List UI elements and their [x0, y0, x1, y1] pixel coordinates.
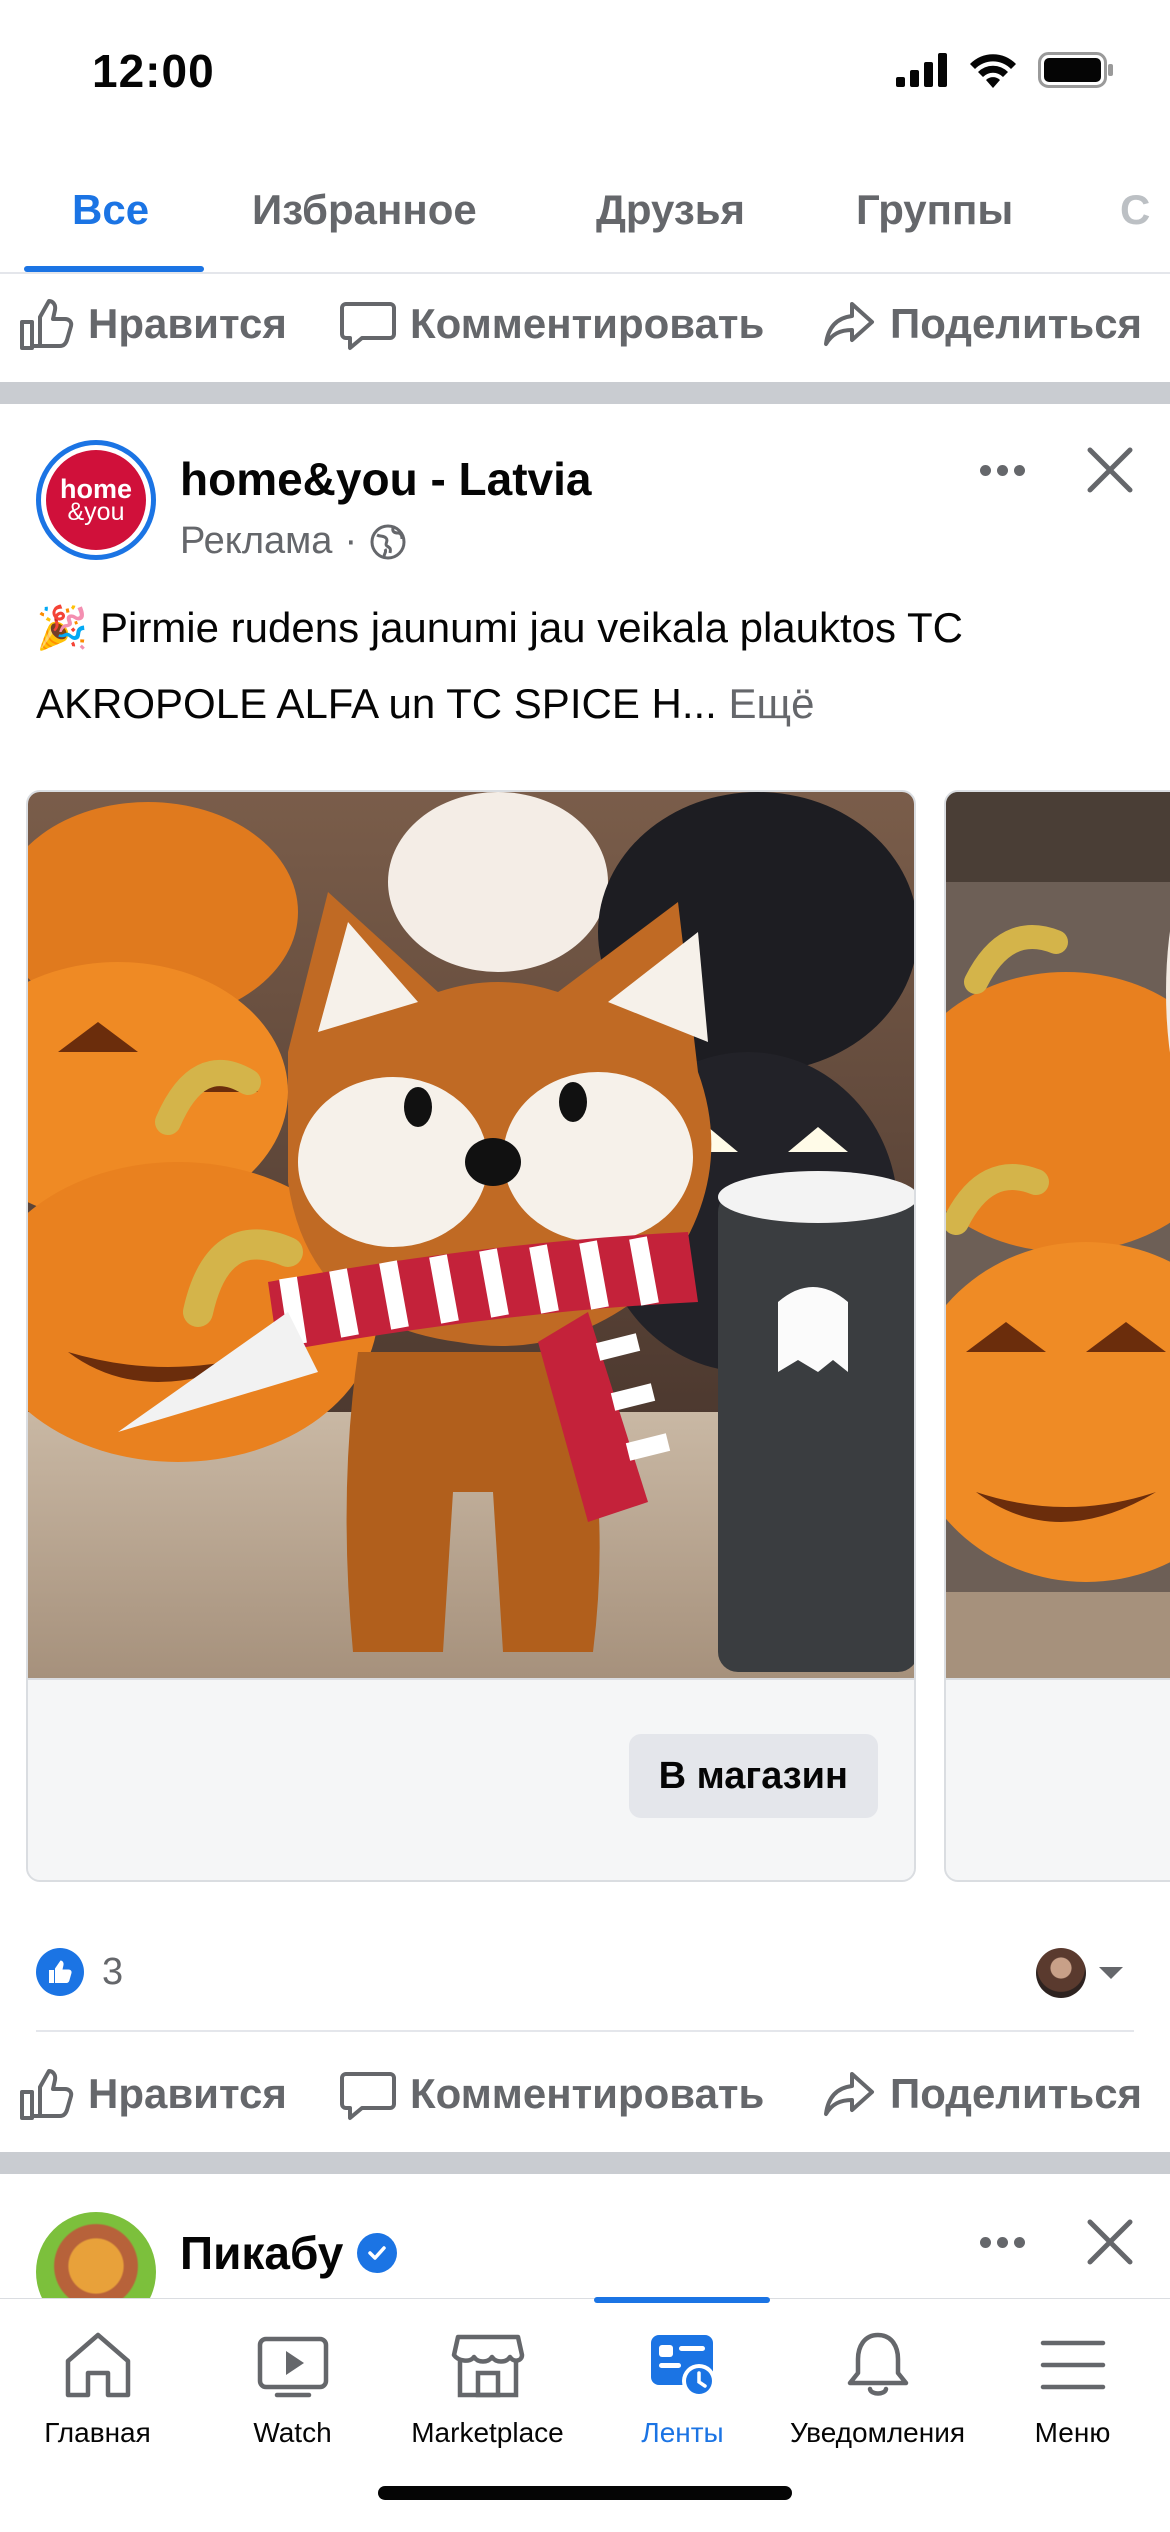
comment-icon	[340, 2072, 396, 2120]
share-label: Поделиться	[890, 300, 1143, 347]
reactions-summary[interactable]: 3	[36, 1948, 123, 1996]
share-button[interactable]: Поделиться	[820, 2066, 1142, 2122]
product-image[interactable]	[28, 792, 914, 1678]
bell-icon	[847, 2332, 908, 2396]
viewer-selector[interactable]	[1036, 1948, 1126, 1998]
card-footer-next	[946, 1678, 1170, 1880]
tab-groups[interactable]: Группы	[856, 186, 1013, 234]
viewer-avatar	[1036, 1948, 1086, 1998]
post-text: 🎉 Pirmie rudens jaunumi jau veikala plau…	[36, 590, 1136, 742]
tab-partial[interactable]: С	[1120, 186, 1150, 234]
carousel-card[interactable]: В магазин	[26, 790, 916, 1882]
like-button[interactable]: Нравится	[18, 2066, 287, 2122]
tab-friends[interactable]: Друзья	[596, 186, 745, 234]
next-page-title: Пикабу	[180, 2226, 398, 2280]
dot-icon	[979, 2236, 991, 2248]
post-actions: Нравится Комментировать Поделиться	[0, 2044, 1170, 2144]
like-reaction-icon	[36, 1948, 84, 1996]
comment-button[interactable]: Комментировать	[340, 2066, 764, 2122]
home-indicator[interactable]	[378, 2486, 792, 2500]
post-options-button[interactable]	[970, 448, 1034, 492]
active-tab-indicator	[24, 266, 204, 272]
fox-figurine-photo	[28, 792, 914, 1678]
hide-post-close-icon[interactable]	[1080, 440, 1140, 500]
wifi-icon	[970, 54, 1016, 88]
like-label: Нравится	[88, 300, 287, 347]
nav-watch-label: Watch	[253, 2417, 332, 2448]
comment-icon	[340, 302, 396, 350]
status-time: 12:00	[92, 45, 215, 97]
post-separator	[0, 2152, 1170, 2174]
pumpkins-photo	[946, 792, 1170, 1678]
product-image-next[interactable]	[946, 792, 1170, 1678]
tab-favorites[interactable]: Избранное	[252, 186, 477, 234]
post-separator	[0, 382, 1170, 404]
shop-now-button[interactable]: В магазин	[628, 1734, 878, 1818]
battery-icon	[1038, 52, 1113, 88]
reactions-divider	[36, 2030, 1134, 2032]
page-avatar[interactable]: home &you	[36, 440, 156, 560]
thumbs-up-icon	[20, 299, 74, 350]
verified-badge-icon	[357, 2233, 398, 2273]
home-icon	[65, 2332, 130, 2398]
hide-next-post-close-icon[interactable]	[1080, 2212, 1140, 2272]
comment-label: Комментировать	[410, 300, 765, 347]
next-page-name[interactable]: Пикабу	[180, 2226, 343, 2280]
feeds-icon	[650, 2335, 716, 2398]
logo-text-bottom: &you	[67, 497, 125, 526]
dot-icon	[1013, 464, 1025, 476]
dot-icon	[979, 464, 991, 476]
marketplace-icon	[451, 2334, 524, 2398]
party-popper-emoji: 🎉	[36, 604, 89, 651]
comment-button[interactable]: Комментировать	[340, 296, 764, 352]
thumbs-up-icon	[20, 2069, 74, 2120]
status-bar: 12:00	[0, 0, 1170, 140]
comment-label: Комментировать	[410, 2070, 765, 2117]
status-icons	[896, 52, 1114, 88]
nav-home[interactable]: Главная	[0, 2299, 195, 2459]
card-footer: В магазин	[28, 1678, 914, 1880]
share-label: Поделиться	[890, 2070, 1143, 2117]
dot-icon	[1013, 2236, 1025, 2248]
dot-icon	[996, 2236, 1008, 2248]
post-meta: Реклама ·	[180, 520, 407, 563]
nav-feeds-label: Ленты	[641, 2417, 724, 2448]
nav-notifications[interactable]: Уведомления	[780, 2299, 975, 2459]
menu-icon	[1040, 2340, 1105, 2390]
page-logo: home &you	[46, 450, 146, 550]
nav-watch[interactable]: Watch	[195, 2299, 390, 2459]
previous-post-actions: Нравится Комментировать Поделиться	[0, 274, 1170, 374]
globe-icon	[370, 524, 406, 559]
sponsored-label: Реклама	[180, 520, 333, 562]
nav-menu[interactable]: Меню	[975, 2299, 1170, 2459]
meta-separator: ·	[344, 520, 358, 562]
share-icon	[824, 2072, 874, 2116]
post-body-text: Pirmie rudens jaunumi jau veikala plaukt…	[36, 604, 963, 727]
cellular-signal-icon	[896, 53, 947, 87]
feed-filter-tabs: Все Избранное Друзья Группы С	[0, 140, 1170, 274]
see-more-link[interactable]: Ещё	[729, 680, 815, 727]
like-button[interactable]: Нравится	[18, 296, 287, 352]
tab-all[interactable]: Все	[72, 186, 149, 234]
like-label: Нравится	[88, 2070, 287, 2117]
nav-notifications-label: Уведомления	[789, 2417, 966, 2448]
caret-down-icon	[1099, 1967, 1123, 1979]
nav-marketplace-label: Marketplace	[411, 2417, 564, 2448]
watch-icon	[257, 2336, 328, 2398]
page-name[interactable]: home&you - Latvia	[180, 452, 592, 506]
dot-icon	[996, 464, 1008, 476]
next-post-options-button[interactable]	[970, 2220, 1034, 2264]
nav-marketplace[interactable]: Marketplace	[390, 2299, 585, 2459]
nav-feeds[interactable]: Ленты	[585, 2299, 780, 2459]
nav-menu-label: Меню	[1034, 2417, 1111, 2448]
nav-home-label: Главная	[44, 2417, 151, 2448]
share-icon	[824, 302, 874, 346]
carousel-card-next[interactable]	[944, 790, 1170, 1882]
reaction-count: 3	[102, 1950, 124, 1993]
share-button[interactable]: Поделиться	[820, 296, 1142, 352]
